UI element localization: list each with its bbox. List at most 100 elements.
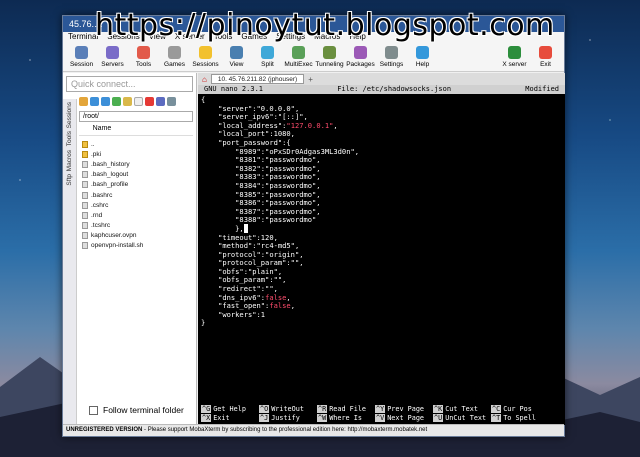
shortcut-key: ^K: [433, 405, 444, 413]
toolbar-tunneling-button[interactable]: Tunneling: [314, 46, 345, 68]
quick-connect-input[interactable]: Quick connect...: [66, 76, 193, 92]
up-folder-icon[interactable]: [79, 97, 88, 106]
settings-icon: [385, 46, 398, 59]
shortcut-key: ^X: [201, 414, 212, 422]
file-icon: [82, 222, 88, 230]
session-icon: [75, 46, 88, 59]
nano-state: Modified: [525, 85, 559, 93]
highlighted-value: false: [269, 301, 291, 311]
shortcut-key: ^W: [317, 414, 328, 422]
shortcut-cur-pos: ^C Cur Pos: [491, 405, 532, 413]
file-icon: [82, 201, 88, 209]
toolbar-sessions-button[interactable]: Sessions: [190, 46, 221, 68]
servers-icon: [106, 46, 119, 59]
terminal-line: "workers":1: [201, 309, 266, 319]
toolbar-label: X server: [502, 61, 527, 68]
new-folder-icon[interactable]: [123, 97, 132, 106]
watermark-text: https://pinoytut.blogspot.com: [95, 8, 555, 43]
shortcut-prev-page: ^Y Prev Page: [375, 405, 425, 413]
file-row-pki[interactable]: .pki: [79, 149, 193, 159]
shortcut-row: ^X Exit ^J Justify ^W Where Is ^V Next Page ^U Un…: [201, 414, 562, 423]
delete-icon[interactable]: [145, 97, 154, 106]
exit-icon: [539, 46, 552, 59]
path-field[interactable]: /root/: [79, 111, 193, 122]
file-name: .pki: [91, 150, 102, 158]
shortcut-to-spell: ^T To Spell: [491, 414, 536, 422]
follow-terminal-folder-checkbox[interactable]: Follow terminal folder: [89, 405, 184, 415]
terminal-text[interactable]: { "server":"0.0.0.0", "server_ipv6":"[::…: [198, 94, 565, 330]
help-icon: [416, 46, 429, 59]
download-icon[interactable]: [90, 97, 99, 106]
shortcut-key: ^C: [491, 405, 502, 413]
sidebar-tab-sessions[interactable]: Sessions: [66, 102, 73, 128]
multiexec-icon: [292, 46, 305, 59]
games-icon: [168, 46, 181, 59]
shortcut-key: ^G: [201, 405, 212, 413]
x-server-icon: [508, 46, 521, 59]
toolbar-label: Split: [261, 61, 274, 68]
home-icon[interactable]: ⌂: [202, 75, 207, 84]
file-row-bashrc[interactable]: .bashrc: [79, 190, 193, 200]
upload-icon[interactable]: [101, 97, 110, 106]
toolbar-label: Games: [164, 61, 185, 68]
file-row-rnd[interactable]: .rnd: [79, 210, 193, 220]
main-toolbar: Session Servers Tools Games Sessions View Spli…: [63, 43, 564, 72]
file-list: .. .pki .bash_history .bash_logout .bash_pro…: [79, 139, 193, 251]
terminal-line: }: [201, 318, 206, 328]
toolbar-exit-button[interactable]: Exit: [530, 46, 561, 68]
terminal-line: "8388":"passwordmo": [201, 215, 317, 225]
toolbar-games-button[interactable]: Games: [159, 46, 190, 68]
refresh-icon[interactable]: [112, 97, 121, 106]
toolbar-servers-button[interactable]: Servers: [97, 46, 128, 68]
toolbar-view-button[interactable]: View: [221, 46, 252, 68]
file-icon: [82, 232, 88, 240]
shortcut-row: ^G Get Help ^O WriteOut ^R Read File ^Y Prev Pa…: [201, 405, 562, 414]
shortcut-key: ^Y: [375, 405, 386, 413]
shortcut-cut-text: ^K Cut Text: [433, 405, 478, 413]
shortcut-key: ^R: [317, 405, 328, 413]
file-row-tcshrc[interactable]: .tcshrc: [79, 221, 193, 231]
sidebar-tab-sftp[interactable]: Sftp: [66, 174, 73, 186]
file-row-bash-logout[interactable]: .bash_logout: [79, 170, 193, 180]
file-row-bash-history[interactable]: .bash_history: [79, 159, 193, 169]
permissions-icon[interactable]: [167, 97, 176, 106]
folder-icon: [82, 150, 88, 158]
toolbar-help-button[interactable]: Help: [407, 46, 438, 68]
sidebar-vertical-tabs: Sessions Tools Macros Sftp: [63, 99, 77, 425]
shortcut-writeout: ^O WriteOut: [259, 405, 304, 413]
sidebar-tab-macros[interactable]: Macros: [66, 150, 73, 171]
toolbar-label: Exit: [540, 61, 551, 68]
file-name: .cshrc: [91, 201, 109, 209]
file-row-bash-profile[interactable]: .bash_profile: [79, 180, 193, 190]
file-row-parent[interactable]: ..: [79, 139, 193, 149]
toolbar-multiexec-button[interactable]: MultiExec: [283, 46, 314, 68]
toolbar-tools-button[interactable]: Tools: [128, 46, 159, 68]
file-row-openvpn-install-sh[interactable]: openvpn-install.sh: [79, 241, 193, 251]
file-name: .bash_profile: [91, 181, 129, 189]
menu-terminal[interactable]: Terminal: [68, 32, 98, 43]
column-header-name[interactable]: Name: [79, 125, 193, 136]
shortcut-where-is: ^W Where Is: [317, 414, 362, 422]
file-row-kaphcuser-ovpn[interactable]: kaphcuser.ovpn: [79, 231, 193, 241]
new-file-icon[interactable]: [134, 97, 143, 106]
terminal-tab[interactable]: 10. 45.76.211.82 (jphouser): [210, 74, 305, 84]
toolbar-settings-button[interactable]: Settings: [376, 46, 407, 68]
checkbox-box[interactable]: [89, 405, 98, 415]
new-tab-icon[interactable]: +: [308, 75, 313, 84]
file-row-cshrc[interactable]: .cshrc: [79, 200, 193, 210]
file-name: openvpn-install.sh: [91, 242, 144, 250]
toolbar-x-server-button[interactable]: X server: [499, 46, 530, 68]
rename-icon[interactable]: [156, 97, 165, 106]
sidebar-tab-tools[interactable]: Tools: [66, 131, 73, 146]
file-icon: [82, 160, 88, 168]
folder-icon: [82, 140, 88, 148]
file-icon: [82, 211, 88, 219]
toolbar-packages-button[interactable]: Packages: [345, 46, 376, 68]
text-cursor: [243, 223, 248, 233]
terminal-tabbar: ⌂ 10. 45.76.211.82 (jphouser) +: [198, 73, 565, 85]
nano-shortcuts: ^G Get Help ^O WriteOut ^R Read File ^Y Prev Pa…: [198, 405, 565, 425]
toolbar-split-button[interactable]: Split: [252, 46, 283, 68]
toolbar-session-button[interactable]: Session: [66, 46, 97, 68]
split-icon: [261, 46, 274, 59]
terminal-pane[interactable]: ⌂ 10. 45.76.211.82 (jphouser) + GNU nano…: [198, 73, 565, 425]
